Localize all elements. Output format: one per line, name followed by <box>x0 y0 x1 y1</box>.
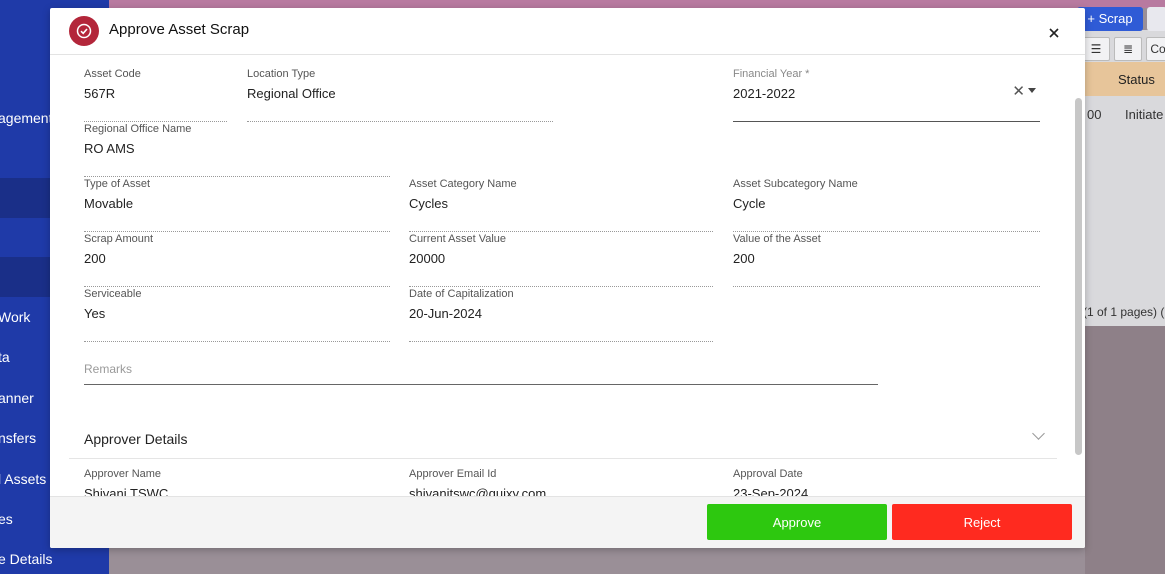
status-column-header: Status <box>1118 72 1155 87</box>
sidebar-item[interactable]: anner <box>0 390 34 406</box>
field-label: Type of Asset <box>84 178 151 190</box>
field-value: Movable <box>84 196 134 211</box>
clear-icon[interactable]: ✕ <box>1012 82 1025 100</box>
scrap-amount-field: Scrap Amount 200 <box>84 233 390 287</box>
sidebar-item[interactable]: agement <box>0 110 52 126</box>
field-value: 2021-2022 <box>733 86 796 101</box>
sidebar-item[interactable]: Work <box>0 309 30 325</box>
field-label: Approval Date <box>733 468 803 480</box>
filter-icon[interactable] <box>1147 7 1165 31</box>
asset-category-name-field: Asset Category Name Cycles <box>409 178 713 232</box>
field-underline <box>733 231 1040 232</box>
reject-button[interactable]: Reject <box>892 504 1072 540</box>
background-lower <box>1085 326 1165 574</box>
field-value: 23-Sep-2024 <box>733 486 809 496</box>
sidebar-item[interactable]: e Details <box>0 551 52 567</box>
field-value: 20-Jun-2024 <box>409 306 482 321</box>
approver-name-field: Approver Name Shivani TSWC <box>84 468 390 496</box>
field-value: Shivani TSWC <box>84 486 169 496</box>
sidebar-item[interactable]: l Assets <box>0 471 46 487</box>
approval-date-field: Approval Date 23-Sep-2024 <box>733 468 1040 496</box>
field-label: Approver Email Id <box>409 468 497 480</box>
field-label: Regional Office Name <box>84 123 192 135</box>
pager-text: (1 of 1 pages) ( <box>1083 305 1165 319</box>
field-value: RO AMS <box>84 141 135 156</box>
asset-code-field: Asset Code 567R <box>84 68 227 122</box>
field-underline <box>247 121 553 122</box>
field-value: Cycles <box>409 196 449 211</box>
financial-year-select[interactable]: Financial Year * 2021-2022 ✕ <box>733 68 1040 122</box>
date-of-capitalization-field: Date of Capitalization 20-Jun-2024 <box>409 288 713 342</box>
field-label: Asset Category Name <box>409 178 517 190</box>
field-value: 20000 <box>409 251 446 266</box>
field-value: Regional Office <box>247 86 336 101</box>
field-underline <box>84 176 390 177</box>
detail-view-icon[interactable]: ≣ <box>1114 37 1142 61</box>
dialog-scrollbar[interactable] <box>1075 98 1082 455</box>
dialog-footer: Approve Reject <box>50 496 1085 548</box>
field-label: Financial Year * <box>733 68 810 80</box>
table-cell-status: Initiate <box>1125 107 1164 122</box>
table-cell: 00 <box>1087 107 1102 122</box>
dialog-header: Approve Asset Scrap <box>50 8 1085 55</box>
field-underline <box>84 231 390 232</box>
current-asset-value-field: Current Asset Value 20000 <box>409 233 713 287</box>
field-value: Cycle <box>733 196 766 211</box>
field-value: shivanitswc@quixy.com <box>409 486 547 496</box>
columns-button[interactable]: Co <box>1146 37 1165 61</box>
section-title: Approver Details <box>84 431 188 447</box>
check-circle-icon <box>69 16 99 46</box>
field-label: Current Asset Value <box>409 233 507 245</box>
field-value: Yes <box>84 306 106 321</box>
field-label: Asset Subcategory Name <box>733 178 858 190</box>
field-underline <box>409 341 713 342</box>
field-underline <box>84 286 390 287</box>
sidebar-item[interactable]: nsfers <box>0 430 36 446</box>
field-underline <box>733 121 1040 122</box>
field-underline <box>84 121 227 122</box>
list-view-icon[interactable]: ☰ <box>1082 37 1110 61</box>
field-underline <box>84 341 390 342</box>
field-label: Scrap Amount <box>84 233 154 245</box>
asset-subcategory-name-field: Asset Subcategory Name Cycle <box>733 178 1040 232</box>
serviceable-field: Serviceable Yes <box>84 288 390 342</box>
field-value: 200 <box>84 251 106 266</box>
value-of-asset-field: Value of the Asset 200 <box>733 233 1040 287</box>
remarks-placeholder: Remarks <box>84 362 133 376</box>
dropdown-caret-icon[interactable] <box>1028 88 1036 93</box>
field-label: Value of the Asset <box>733 233 821 245</box>
field-underline <box>409 231 713 232</box>
sidebar-item[interactable]: ta <box>0 349 10 365</box>
field-label: Asset Code <box>84 68 141 80</box>
field-underline <box>733 286 1040 287</box>
dialog-title: Approve Asset Scrap <box>109 21 250 38</box>
field-value: 200 <box>733 251 755 266</box>
background-top-band <box>109 0 1165 8</box>
approver-details-section-header[interactable]: Approver Details <box>69 425 1057 459</box>
sidebar-item[interactable]: es <box>0 511 13 527</box>
dialog-body: Asset Code 567R Location Type Regional O… <box>50 54 1085 496</box>
field-label: Serviceable <box>84 288 142 300</box>
field-value: 567R <box>84 86 116 101</box>
type-of-asset-field: Type of Asset Movable <box>84 178 390 232</box>
approve-asset-scrap-dialog: Approve Asset Scrap Asset Code 567R Loca… <box>50 8 1085 548</box>
close-icon[interactable] <box>1044 23 1064 43</box>
remarks-input[interactable]: Remarks <box>84 360 878 385</box>
approve-button[interactable]: Approve <box>707 504 887 540</box>
approver-email-field: Approver Email Id shivanitswc@quixy.com <box>409 468 713 496</box>
regional-office-name-field: Regional Office Name RO AMS <box>84 123 390 177</box>
add-scrap-button[interactable]: + Scrap <box>1077 7 1143 31</box>
field-underline <box>409 286 713 287</box>
field-label: Approver Name <box>84 468 162 480</box>
chevron-down-icon[interactable] <box>1032 427 1045 440</box>
field-label: Date of Capitalization <box>409 288 514 300</box>
location-type-field: Location Type Regional Office <box>247 68 553 122</box>
field-label: Location Type <box>247 68 316 80</box>
